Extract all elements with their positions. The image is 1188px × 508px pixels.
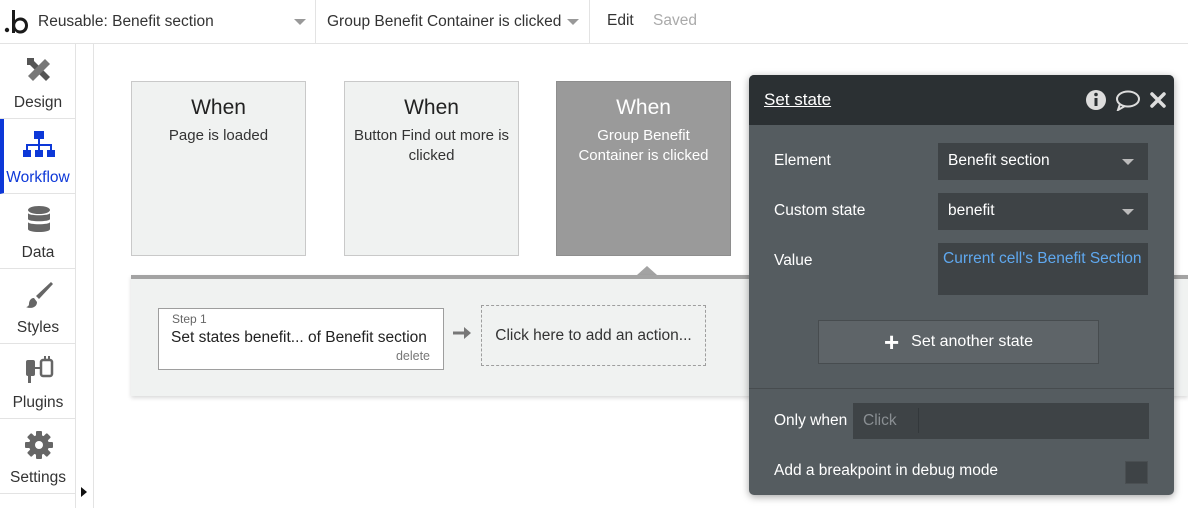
sidebar-item-settings[interactable]: Settings bbox=[0, 419, 76, 494]
sidebar-item-plugins[interactable]: Plugins bbox=[0, 344, 76, 419]
expand-arrow-icon[interactable] bbox=[81, 487, 87, 497]
value-expression-field[interactable]: Current cell's Benefit Section bbox=[938, 243, 1148, 295]
sidebar-item-design[interactable]: Design bbox=[0, 44, 76, 119]
event-card[interactable]: When Page is loaded bbox=[131, 81, 306, 256]
add-action-button[interactable]: Click here to add an action... bbox=[481, 305, 706, 366]
gear-icon bbox=[25, 431, 53, 459]
set-another-state-label: Set another state bbox=[911, 333, 1034, 350]
chevron-down-icon bbox=[567, 19, 579, 25]
element-select-value: Benefit section bbox=[948, 152, 1050, 169]
selection-pointer bbox=[637, 266, 657, 275]
page-selector[interactable]: Reusable: Benefit section bbox=[38, 0, 316, 43]
value-label: Value bbox=[774, 252, 813, 269]
event-description: Page is loaded bbox=[168, 127, 269, 144]
database-icon bbox=[28, 206, 50, 232]
arrow-right-icon bbox=[453, 327, 471, 339]
close-icon[interactable] bbox=[1150, 92, 1166, 108]
only-when-placeholder[interactable]: Click bbox=[863, 412, 897, 430]
top-bar: Reusable: Benefit section Group Benefit … bbox=[0, 0, 1188, 44]
sidebar-item-data[interactable]: Data bbox=[0, 194, 76, 269]
sidebar-item-label: Styles bbox=[16, 319, 60, 336]
sidebar-item-label: Design bbox=[13, 94, 63, 111]
custom-state-label: Custom state bbox=[774, 202, 866, 219]
event-selector-label: Group Benefit Container is clicked bbox=[327, 12, 562, 30]
breakpoint-label: Add a breakpoint in debug mode bbox=[774, 462, 999, 479]
event-when: When bbox=[191, 96, 246, 119]
sidebar-item-label: Settings bbox=[9, 469, 66, 486]
workflow-icon bbox=[23, 131, 55, 157]
field-separator bbox=[918, 408, 919, 433]
value-expression[interactable]: Current cell's Benefit Section bbox=[943, 250, 1142, 267]
panel-title[interactable]: Set state bbox=[764, 90, 831, 110]
step-number: Step 1 bbox=[172, 312, 207, 326]
brush-icon bbox=[26, 282, 53, 308]
sidebar-item-label: Plugins bbox=[12, 394, 64, 411]
comment-icon[interactable] bbox=[1115, 89, 1141, 111]
chevron-down-icon bbox=[294, 19, 306, 25]
plug-icon bbox=[26, 356, 54, 383]
design-icon bbox=[27, 58, 50, 81]
property-editor-header[interactable]: Set state bbox=[749, 75, 1174, 125]
sidebar: Design Workflow Data Styles Plugins Sett… bbox=[0, 44, 76, 508]
action-step[interactable]: Step 1 Set states benefit... of Benefit … bbox=[158, 308, 444, 370]
event-card[interactable]: When Button Find out more is clicked bbox=[344, 81, 519, 256]
divider bbox=[749, 388, 1174, 389]
element-label: Element bbox=[774, 152, 831, 169]
event-description: Group Benefit Container is clicked bbox=[578, 127, 709, 164]
delete-link[interactable]: delete bbox=[396, 349, 430, 363]
custom-state-select[interactable]: benefit bbox=[938, 193, 1148, 230]
sidebar-item-label: Workflow bbox=[6, 169, 70, 186]
element-select[interactable]: Benefit section bbox=[938, 143, 1148, 180]
info-icon[interactable] bbox=[1085, 89, 1107, 111]
step-title: Set states benefit... of Benefit section bbox=[171, 329, 427, 346]
sidebar-item-workflow[interactable]: Workflow bbox=[0, 119, 76, 194]
save-status: Saved bbox=[653, 12, 697, 29]
property-editor: Set state Element Benefit section Custom… bbox=[749, 75, 1174, 495]
plus-icon: + bbox=[883, 327, 900, 357]
divider bbox=[93, 44, 94, 508]
custom-state-value: benefit bbox=[948, 202, 995, 219]
chevron-down-icon bbox=[1122, 159, 1134, 165]
bubble-logo-icon[interactable] bbox=[4, 6, 30, 36]
edit-menu[interactable]: Edit bbox=[607, 12, 634, 30]
sidebar-item-styles[interactable]: Styles bbox=[0, 269, 76, 344]
event-when: When bbox=[616, 96, 671, 119]
sidebar-item-label: Data bbox=[21, 244, 55, 261]
event-card-selected[interactable]: When Group Benefit Container is clicked bbox=[556, 81, 731, 256]
event-description: Button Find out more is clicked bbox=[353, 127, 510, 164]
breakpoint-checkbox[interactable] bbox=[1125, 461, 1148, 484]
only-when-label: Only when bbox=[774, 412, 848, 429]
chevron-down-icon bbox=[1122, 209, 1134, 215]
set-another-state-button[interactable]: + Set another state bbox=[818, 320, 1099, 364]
event-selector[interactable]: Group Benefit Container is clicked bbox=[318, 0, 590, 43]
only-when-field[interactable]: Click bbox=[853, 403, 1149, 439]
event-when: When bbox=[404, 96, 459, 119]
page-selector-label: Reusable: Benefit section bbox=[38, 12, 214, 30]
